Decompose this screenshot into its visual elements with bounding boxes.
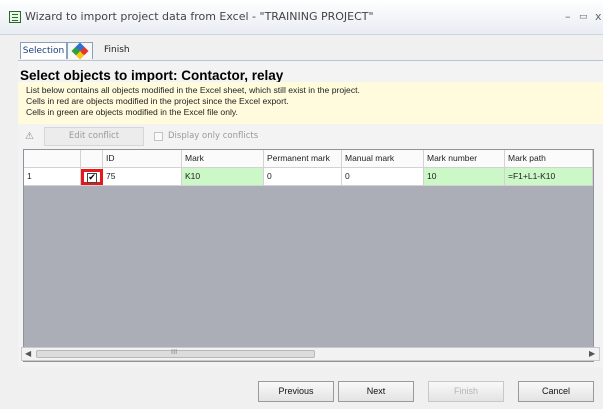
tab-finish[interactable]: Finish — [104, 42, 144, 59]
row-select-checkbox[interactable]: ✔ — [87, 173, 97, 183]
next-button[interactable]: Next — [338, 381, 414, 402]
column-header-manual-mark[interactable]: Manual mark — [342, 150, 424, 168]
info-line: Cells in green are objects modified in t… — [26, 107, 238, 117]
column-header-mark-number[interactable]: Mark number — [424, 150, 505, 168]
display-only-conflicts-label: Display only conflicts — [168, 131, 259, 141]
scrollbar-thumb[interactable]: III — [36, 348, 315, 358]
cell-mark-number[interactable]: 10 — [424, 168, 505, 186]
objects-grid[interactable]: ID Mark Permanent mark Manual mark Mark … — [23, 149, 594, 362]
column-header-select[interactable] — [81, 150, 103, 168]
highlight-box: ✔ — [81, 169, 103, 185]
info-line: List below contains all objects modified… — [26, 85, 360, 95]
scroll-right-icon[interactable]: ▶ — [589, 349, 595, 358]
minimize-button[interactable]: – — [565, 11, 571, 23]
edit-conflict-button[interactable]: Edit conflict — [44, 127, 144, 146]
row-index: 1 — [24, 168, 81, 186]
maximize-button[interactable]: ▭ — [579, 11, 588, 23]
grip-icon: III — [171, 348, 178, 356]
finish-button[interactable]: Finish — [428, 381, 504, 402]
edit-conflict-icon: ⚠ — [25, 131, 34, 142]
tab-selection[interactable]: Selection — [20, 42, 67, 59]
close-button[interactable]: x — [595, 11, 602, 23]
grid-header-row: ID Mark Permanent mark Manual mark Mark … — [24, 150, 595, 168]
horizontal-scrollbar[interactable]: ◀ III ▶ — [21, 347, 600, 361]
window-title: Wizard to import project data from Excel… — [25, 10, 374, 23]
cell-manual-mark[interactable]: 0 — [342, 168, 424, 186]
wizard-window: Wizard to import project data from Excel… — [0, 0, 603, 409]
tab-icon[interactable] — [67, 42, 93, 60]
column-header-id[interactable]: ID — [103, 150, 182, 168]
previous-button[interactable]: Previous — [258, 381, 334, 402]
info-box: List below contains all objects modified… — [18, 82, 603, 124]
column-header-mark-path[interactable]: Mark path — [505, 150, 593, 168]
scroll-left-icon[interactable]: ◀ — [25, 349, 31, 358]
cell-mark[interactable]: K10 — [182, 168, 264, 186]
cell-permanent-mark[interactable]: 0 — [264, 168, 342, 186]
column-header-index[interactable] — [24, 150, 81, 168]
column-header-mark[interactable]: Mark — [182, 150, 264, 168]
colorful-diamond-icon — [71, 42, 89, 60]
cell-id[interactable]: 75 — [103, 168, 182, 186]
selection-panel: Select objects to import: Contactor, rel… — [18, 60, 603, 367]
column-header-permanent-mark[interactable]: Permanent mark — [264, 150, 342, 168]
display-only-conflicts-checkbox[interactable] — [154, 132, 163, 141]
title-bar: Wizard to import project data from Excel… — [0, 0, 603, 35]
grid-toolbar: ⚠ Edit conflict Display only conflicts — [20, 127, 600, 146]
cell-mark-path[interactable]: =F1+L1-K10 — [505, 168, 593, 186]
excel-import-icon — [9, 11, 21, 23]
page-title: Select objects to import: Contactor, rel… — [20, 68, 284, 83]
cancel-button[interactable]: Cancel — [518, 381, 594, 402]
table-row[interactable]: 1 75 K10 0 0 10 =F1+L1-K10 ✔ — [24, 168, 595, 186]
info-line: Cells in red are objects modified in the… — [26, 96, 289, 106]
